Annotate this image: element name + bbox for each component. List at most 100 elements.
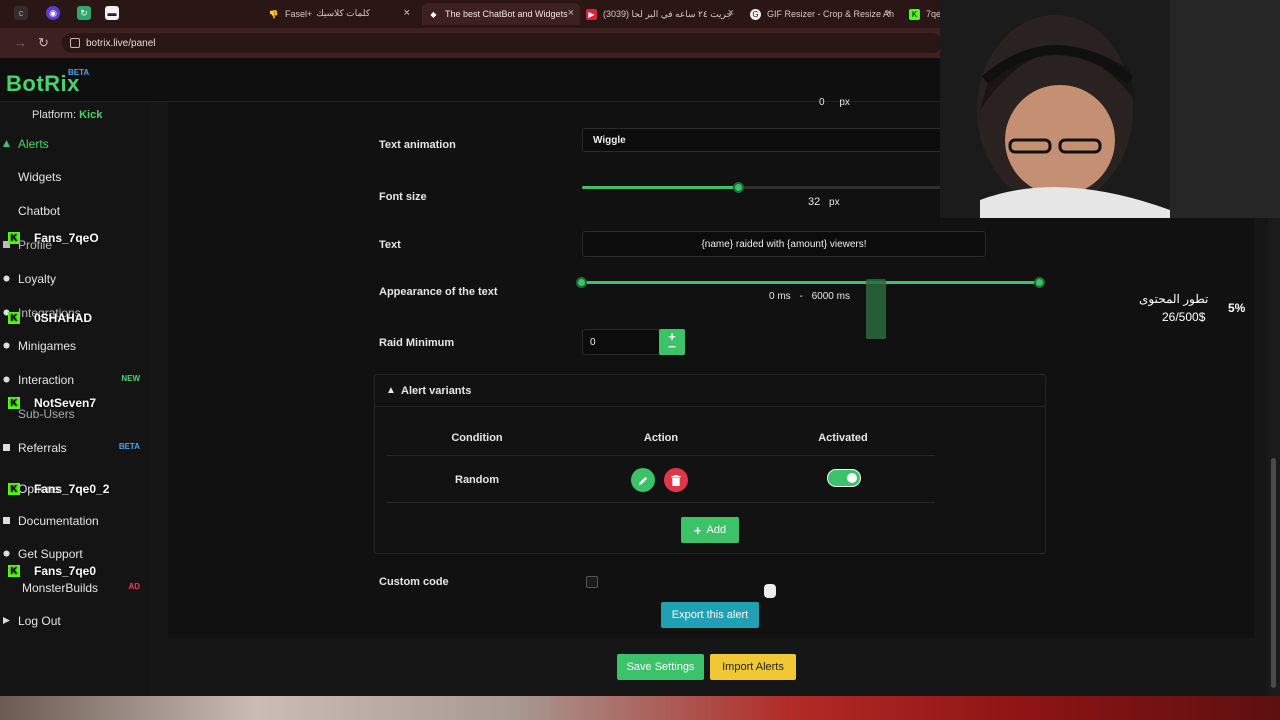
delete-variant-button[interactable] <box>664 468 688 492</box>
table-divider <box>387 502 935 503</box>
raid-minimum-stepper[interactable]: + − <box>659 329 685 355</box>
sidebar-item-log-out[interactable]: Log Out <box>0 610 150 632</box>
bell-icon <box>3 140 10 147</box>
sidebar-item-get-support[interactable]: Get Support <box>0 543 150 565</box>
reload-icon[interactable]: ↻ <box>38 35 49 51</box>
add-variant-button[interactable]: + Add <box>681 517 739 543</box>
save-settings-button[interactable]: Save Settings <box>617 654 704 680</box>
alert-variants-header[interactable]: ▲ Alert variants <box>375 375 1045 407</box>
help-icon <box>3 550 10 557</box>
appearance-range-fill <box>582 281 1040 284</box>
kick-icon: K <box>909 8 920 20</box>
platform-label: Platform: <box>32 109 77 121</box>
font-size-label: Font size <box>379 191 427 203</box>
font-size-slider-handle[interactable] <box>732 182 744 193</box>
star-icon <box>3 275 10 282</box>
sidebar-item-widgets[interactable]: Widgets <box>0 166 150 188</box>
column-header-activated: Activated <box>818 432 868 444</box>
table-divider <box>387 455 935 456</box>
export-alert-button[interactable]: Export this alert <box>661 602 759 628</box>
platform-indicator: Platform: Kick <box>32 109 102 121</box>
trash-icon <box>671 474 681 486</box>
new-badge: NEW <box>121 374 140 383</box>
custom-code-label: Custom code <box>379 576 449 588</box>
browser-tab-active[interactable]: ◆ The best ChatBot and Widgets × <box>422 3 580 25</box>
close-icon[interactable]: × <box>404 7 410 19</box>
browser-tab[interactable]: G GIF Resizer - Crop & Resize An × <box>750 3 896 25</box>
text-animation-label: Text animation <box>379 139 456 151</box>
minus-icon[interactable]: − <box>668 340 676 353</box>
sidebar-item-label: Log Out <box>18 614 61 628</box>
alert-text-input[interactable]: {name} raided with {amount} viewers! <box>582 231 986 257</box>
browser-tab[interactable]: ▶ (3039) جريت ٢٤ ساعه في البر لحا × <box>586 3 738 25</box>
overlay-chat-name: K 0SHAHAD <box>8 311 92 325</box>
sidebar-item-minigames[interactable]: Minigames <box>0 335 150 357</box>
youtube-icon: ▶ <box>586 8 597 20</box>
appearance-label: Appearance of the text <box>379 286 498 298</box>
close-icon[interactable]: × <box>568 7 574 19</box>
thumbs-icon: 👎 <box>268 9 279 19</box>
site-info-icon[interactable] <box>70 38 80 48</box>
browser-tab[interactable]: K 7qe <box>909 3 941 25</box>
pinned-tab-icon[interactable]: ↻ <box>77 6 91 20</box>
toggle-knob <box>847 473 857 483</box>
sidebar-item-loyalty[interactable]: Loyalty <box>0 268 150 290</box>
overlay-chat-name: K Fans_7qe0 <box>8 564 96 578</box>
sidebar-item-label: Referrals <box>18 441 67 455</box>
column-header-action: Action <box>643 432 679 444</box>
edit-variant-button[interactable] <box>631 468 655 492</box>
close-icon[interactable]: × <box>728 7 734 19</box>
sidebar-item-alerts[interactable]: Alerts <box>0 133 150 155</box>
sidebar-item-chatbot[interactable]: Chatbot <box>0 200 150 222</box>
url-field[interactable]: botrix.live/panel <box>62 33 942 53</box>
sidebar-item-label: Alerts <box>18 137 49 151</box>
sidebar-item-interaction[interactable]: Interaction NEW <box>0 369 150 391</box>
tab-title: Fasel+ <box>285 9 313 19</box>
activated-toggle[interactable] <box>827 469 861 487</box>
forward-icon[interactable]: → <box>14 35 27 50</box>
pinned-tab-icon[interactable]: ◉ <box>46 6 60 20</box>
appearance-end-handle[interactable] <box>1034 277 1045 288</box>
ad-badge: AD <box>128 582 140 591</box>
donation-title: تطور المحتوى <box>1139 292 1209 306</box>
sidebar-item-label: Interaction <box>18 373 75 387</box>
scrollbar-thumb[interactable] <box>1271 458 1276 688</box>
tab-title: The best ChatBot and Widgets <box>445 9 568 19</box>
donation-amount: 26/500$ <box>1162 310 1206 324</box>
raid-minimum-input[interactable]: 0 <box>582 329 660 355</box>
sidebar-item-label: Minigames <box>18 339 77 353</box>
stream-background-strip <box>0 696 1280 720</box>
overlay-chat-name: K Fans_7qe0_2 <box>8 482 109 496</box>
platform-value: Kick <box>79 109 103 121</box>
kick-icon: K <box>8 397 20 409</box>
sparkle-icon <box>3 376 10 383</box>
custom-code-checkbox[interactable] <box>586 576 598 588</box>
kick-icon: K <box>8 565 20 577</box>
overlay-progress-bar <box>866 279 886 339</box>
appearance-start-handle[interactable] <box>576 277 587 288</box>
sidebar-item-label: Chatbot <box>18 204 61 218</box>
kick-icon: K <box>8 483 20 495</box>
logout-icon <box>3 617 10 624</box>
book-icon <box>3 517 10 524</box>
browser-tab[interactable]: 👎 Fasel+ × <box>268 3 414 25</box>
pinned-tab-icon[interactable]: ▬ <box>105 6 119 20</box>
close-icon[interactable]: × <box>886 7 892 19</box>
sidebar-item-documentation[interactable]: Documentation <box>0 510 150 532</box>
pencil-icon <box>638 476 647 485</box>
pinned-tab-icon[interactable]: c <box>14 6 28 20</box>
sidebar-item-label: Get Support <box>18 547 83 561</box>
beta-badge: BETA <box>68 68 90 77</box>
alert-variants-section: ▲ Alert variants Condition Action Activa… <box>374 374 1046 554</box>
kick-icon: K <box>8 232 20 244</box>
text-animation-select[interactable]: Wiggle <box>582 128 942 152</box>
tab-title: 7qe <box>926 9 941 19</box>
raid-minimum-label: Raid Minimum <box>379 337 455 349</box>
page-scrollbar[interactable] <box>1268 218 1280 696</box>
donation-percent: 5% <box>1228 301 1246 315</box>
sidebar-item-referrals[interactable]: Referrals BETA <box>0 437 150 459</box>
sidebar-item-monsterbuilds[interactable]: MonsterBuilds AD <box>0 577 150 599</box>
webcam-overlay <box>940 0 1280 218</box>
import-alerts-button[interactable]: Import Alerts <box>710 654 796 680</box>
offset-value: 0 px <box>819 97 850 108</box>
